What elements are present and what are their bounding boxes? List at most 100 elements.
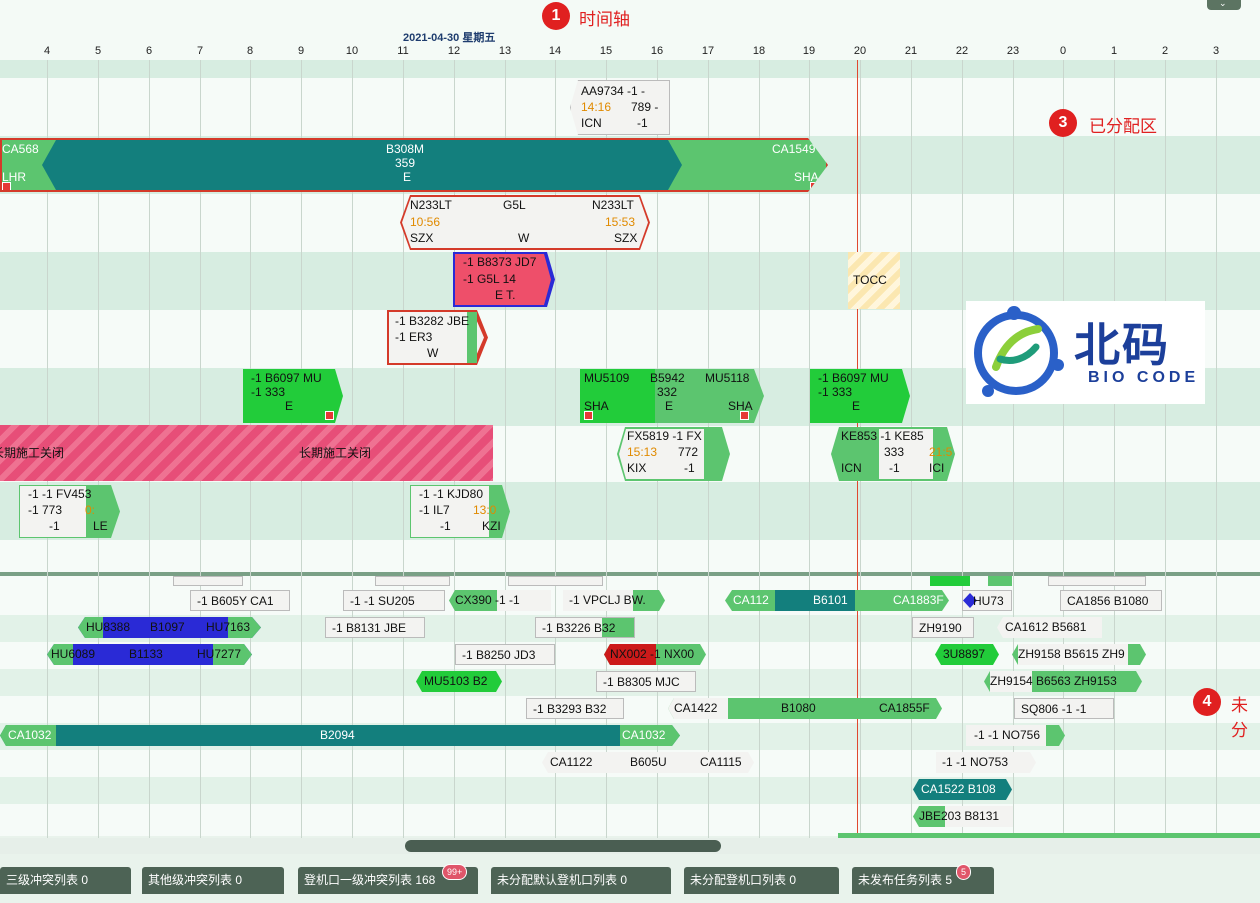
- tab-unpublished-tasks[interactable]: 未发布任务列表 55: [852, 864, 994, 894]
- tab-other-conflicts[interactable]: 其他级冲突列表 0: [142, 867, 284, 894]
- gridline: [1013, 60, 1014, 840]
- flight-bar[interactable]: HU6089 B1133 HU7277: [47, 644, 252, 665]
- flight-bar[interactable]: CA1612 B5681: [997, 617, 1102, 638]
- flight-bar-partial[interactable]: [930, 576, 970, 586]
- warning-flag-icon: [325, 411, 334, 420]
- flight-bar[interactable]: -1 B8131 JBE: [325, 617, 425, 638]
- marker-label: 时间轴: [579, 10, 630, 29]
- time-tick: 10: [345, 45, 359, 57]
- flight-block-n233lt[interactable]: N233LT G5L N233LT 10:56 15:53 SZX W SZX: [400, 195, 650, 250]
- marker-label: 已分配区: [1089, 117, 1157, 136]
- gridline: [1114, 60, 1115, 840]
- flight-bar[interactable]: ZH9158 B5615 ZH9: [1012, 644, 1146, 665]
- tab-unassigned-default-gates[interactable]: 未分配默认登机口列表 0: [491, 867, 671, 894]
- flight-bar[interactable]: -1 -1 SU205: [343, 590, 445, 611]
- flight-block-b6097-b[interactable]: -1 B6097 MU -1 333 E: [810, 369, 910, 423]
- flight-bar[interactable]: MU5103 B2: [416, 671, 502, 692]
- flight-bar[interactable]: CA112 B6101 CA1883F: [725, 590, 949, 611]
- flight-bar[interactable]: NX002 -1 NX00: [604, 644, 706, 665]
- time-tick: 2: [1161, 45, 1169, 57]
- warning-flag-icon: [740, 411, 749, 420]
- tab-gate-level1-conflicts[interactable]: 登机口一级冲突列表 168 99+: [298, 864, 478, 894]
- time-tick: 20: [853, 45, 867, 57]
- row-band: [0, 482, 1260, 540]
- flight-block-ke853[interactable]: KE853 -1 KE85 21:5 333 ICN -1 ICI: [831, 427, 955, 481]
- collapse-toggle[interactable]: ⌄: [1207, 0, 1241, 10]
- flight-bar[interactable]: -1 -1 NO756: [966, 725, 1065, 746]
- flight-block-kjd80[interactable]: -1 -1 KJD80 -1 IL7 13:0 -1 KZI: [410, 485, 510, 538]
- flight-block-aa9734[interactable]: AA9734 -1 - 14:16 789 - ICN -1: [570, 80, 670, 135]
- time-tick: 13: [498, 45, 512, 57]
- flight-bar-partial[interactable]: [375, 576, 450, 586]
- horizontal-scrollbar[interactable]: [0, 838, 1260, 854]
- chevron-down-icon: ⌄: [1219, 0, 1227, 8]
- gantt-stage: 2021-04-30 星期五 4 5 6 7 8 9 10 11 12 13 1…: [0, 0, 1260, 903]
- flight-block-b3282[interactable]: -1 B3282 JBE -1 ER3 W: [387, 310, 488, 365]
- time-tick: 17: [701, 45, 715, 57]
- gridline: [1165, 60, 1166, 840]
- flight-block-fx5819[interactable]: FX5819 -1 FX 15:13 772 KIX -1: [617, 427, 730, 481]
- closure-block[interactable]: 长期施工关闭 长期施工关闭: [0, 425, 493, 481]
- scrollbar-thumb[interactable]: [405, 840, 721, 852]
- flight-bar[interactable]: ZH9154 B6563 ZH9153: [984, 671, 1142, 692]
- flight-bar-partial[interactable]: [173, 576, 243, 586]
- flight-block-b308m[interactable]: CA568 LHR B308M 359 E CA1549 SHA: [0, 138, 828, 192]
- flight-bar[interactable]: -1 B3226 B32: [535, 617, 635, 638]
- marker-label: 未分: [1231, 696, 1248, 740]
- tab-unassigned-gates[interactable]: 未分配登机口列表 0: [684, 867, 839, 894]
- flight-bar[interactable]: -1 B8305 MJC: [596, 671, 696, 692]
- flight-bar[interactable]: JBE203 B8131: [913, 806, 1013, 827]
- time-tick: 21: [904, 45, 918, 57]
- time-tick: 6: [145, 45, 153, 57]
- flight-block-fv453[interactable]: -1 -1 FV453 -1 773 0: -1 LE: [19, 485, 120, 538]
- flight-bar[interactable]: CA1522 B108: [913, 779, 1012, 800]
- logo-text-en: BIO CODE: [1088, 369, 1200, 386]
- flight-bar-partial[interactable]: [508, 576, 603, 586]
- flight-bar[interactable]: CA1032 B2094 CA1032: [0, 725, 680, 746]
- time-tick: 18: [752, 45, 766, 57]
- time-tick: 0: [1059, 45, 1067, 57]
- time-tick: 5: [94, 45, 102, 57]
- warning-flag-icon: [2, 182, 11, 190]
- flight-bar[interactable]: 3U8897: [935, 644, 999, 665]
- flight-bar[interactable]: -1 -1 NO753: [936, 752, 1036, 773]
- flight-bar[interactable]: -1 VPCLJ BW.: [563, 590, 665, 611]
- time-tick: 7: [196, 45, 204, 57]
- flight-bar[interactable]: -1 B8250 JD3: [455, 644, 555, 665]
- tocc-block[interactable]: TOCC: [848, 252, 900, 309]
- flight-bar[interactable]: -1 B3293 B32: [526, 698, 624, 719]
- flight-bar[interactable]: CA1122 B605U CA1115: [542, 752, 754, 773]
- flight-bar[interactable]: -1 B605Y CA1: [190, 590, 290, 611]
- row-band: [0, 540, 1260, 572]
- flight-bar-partial[interactable]: [988, 576, 1012, 586]
- flight-bar[interactable]: CA1856 B1080: [1060, 590, 1162, 611]
- time-tick: 11: [397, 45, 409, 57]
- flight-bar[interactable]: HU8388 B1097 HU7163: [78, 617, 261, 638]
- tab-level3-conflicts[interactable]: 三级冲突列表 0: [0, 867, 131, 894]
- flight-block-b8373[interactable]: -1 B8373 JD7 -1 G5L 14 E T.: [453, 252, 555, 307]
- row-band: [0, 804, 1260, 836]
- marker-badge: 4: [1193, 688, 1221, 716]
- time-tick: 16: [650, 45, 664, 57]
- count-badge: 5: [956, 864, 972, 880]
- flight-block-b6097-a[interactable]: -1 B6097 MU -1 333 E: [243, 369, 343, 423]
- flight-bar-partial[interactable]: [1048, 576, 1146, 586]
- time-tick: 3: [1212, 45, 1220, 57]
- gridline: [962, 60, 963, 840]
- warning-flag-icon: [584, 411, 593, 420]
- time-tick: 12: [447, 45, 461, 57]
- flight-bar[interactable]: CX390 -1 -1: [449, 590, 551, 611]
- marker-badge: 1: [542, 2, 570, 30]
- flight-bar[interactable]: HU73: [962, 590, 1012, 611]
- flight-bar[interactable]: ZH9190: [912, 617, 974, 638]
- flight-block-b5942[interactable]: MU5109 B5942 MU5118 SHA 332 SHA E: [580, 369, 764, 423]
- time-tick: 9: [297, 45, 305, 57]
- logo-text-cn: 北码: [1074, 319, 1170, 371]
- flight-bar[interactable]: CA1422 B1080 CA1855F: [668, 698, 942, 719]
- time-tick: 8: [246, 45, 254, 57]
- time-tick: 4: [43, 45, 51, 57]
- time-tick: 1: [1110, 45, 1118, 57]
- marker-badge: 3: [1049, 109, 1077, 137]
- time-tick: 19: [802, 45, 816, 57]
- flight-bar[interactable]: SQ806 -1 -1: [1014, 698, 1114, 719]
